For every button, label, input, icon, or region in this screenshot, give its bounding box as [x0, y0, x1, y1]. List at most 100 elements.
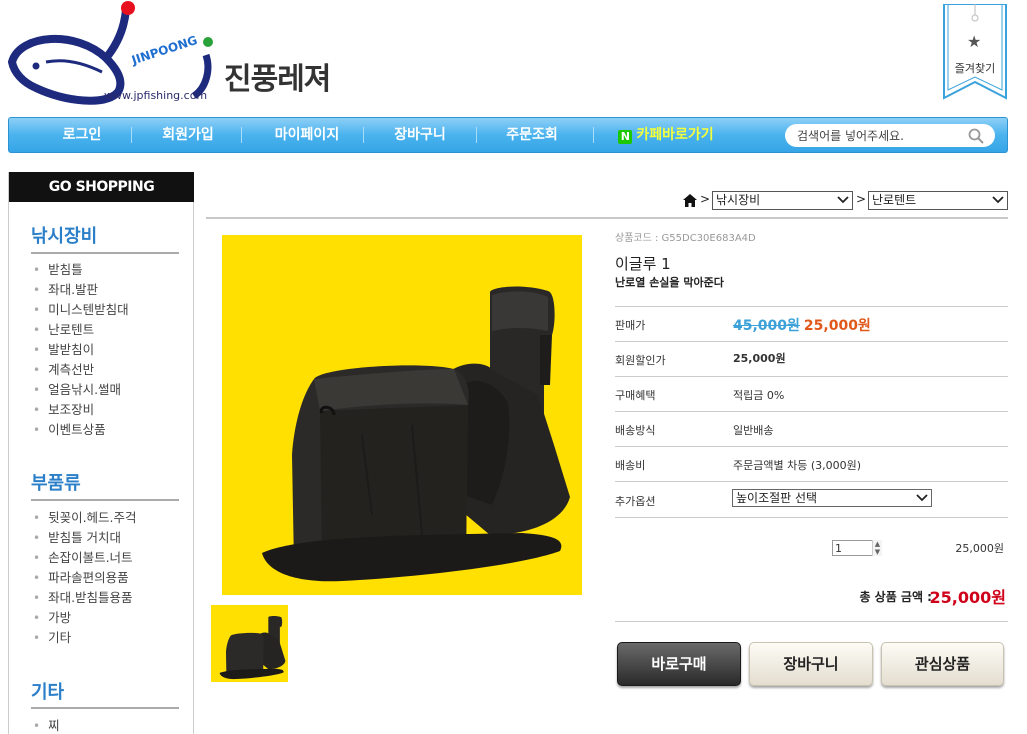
category-item[interactable]: 난로텐트: [33, 320, 129, 340]
category-item[interactable]: 발받침이: [33, 340, 129, 360]
sidebar-header: GO SHOPPING: [9, 172, 194, 202]
shipping-method-row: 배송방식 일반배송: [615, 411, 1008, 446]
breadcrumb-category-select[interactable]: 낚시장비: [712, 191, 853, 210]
category-divider: [31, 707, 179, 709]
category-item[interactable]: 좌대.발판: [33, 280, 129, 300]
nav-divider: [593, 127, 594, 143]
member-price: 25,000원: [733, 352, 786, 365]
price-label: 판매가: [615, 319, 646, 332]
category-list: 뒷꽂이.헤드.주걱 받침틀 거치대 손잡이볼트.너트 파라솔편의용품 좌대.받침…: [33, 508, 137, 648]
brand-url: www.jpfishing.com: [104, 89, 208, 102]
category-item[interactable]: 얼음낚시.썰매: [33, 380, 129, 400]
option-select[interactable]: 높이조절판 선택: [732, 489, 932, 507]
category-list: 받침틀 좌대.발판 미니스텐받침대 난로텐트 발받침이 계측선반 얼음낚시.썰매…: [33, 260, 129, 440]
naver-icon: N: [618, 130, 633, 144]
original-price: 45,000원: [733, 318, 800, 334]
sale-price: 25,000원: [803, 318, 871, 334]
category-item[interactable]: 손잡이볼트.너트: [33, 548, 137, 568]
shipping-fee-label: 배송비: [615, 459, 646, 472]
member-price-label: 회원할인가: [615, 354, 666, 367]
product-main-image[interactable]: [222, 235, 582, 595]
total-value: 25,000원: [929, 588, 1006, 607]
bookmark-label: 즐겨찾기: [954, 62, 996, 75]
category-item[interactable]: 미니스텐받침대: [33, 300, 129, 320]
main-nav: 로그인 회원가입 마이페이지 장바구니 주문조회 N 카페바로가기: [8, 117, 1008, 153]
nav-divider: [241, 127, 242, 143]
nav-cafe-link[interactable]: N 카페바로가기: [611, 118, 721, 152]
category-item[interactable]: 뒷꽂이.헤드.주걱: [33, 508, 136, 528]
shipping-method-label: 배송방식: [615, 424, 656, 437]
category-item[interactable]: 찌: [33, 716, 60, 734]
shipping-method-value: 일반배송: [733, 424, 774, 437]
category-item[interactable]: 이벤트상품: [33, 420, 129, 440]
breadcrumb-arrow-icon: >: [856, 192, 867, 206]
total-label: 총 상품 금액 :: [859, 590, 932, 604]
chevron-down-icon: [992, 196, 1004, 204]
wishlist-button[interactable]: 관심상품: [881, 642, 1004, 686]
tent-thumbnail-image: [219, 616, 286, 680]
category-item[interactable]: 받침틀 거치대: [33, 528, 137, 548]
nav-divider: [476, 127, 477, 143]
breadcrumb-subcategory-select[interactable]: 난로텐트: [868, 191, 1008, 210]
benefit-row: 구매혜택 적립금 0%: [615, 376, 1008, 411]
option-row: 추가옵션 높이조절판 선택: [615, 481, 1008, 516]
shipping-fee-row: 배송비 주문금액별 차등 (3,000원): [615, 446, 1008, 481]
nav-divider: [131, 127, 132, 143]
benefit-label: 구매혜택: [615, 389, 656, 402]
member-price-row: 회원할인가 25,000원: [615, 341, 1008, 376]
category-item[interactable]: 기타: [33, 628, 137, 648]
product-name: 이글루 1: [615, 255, 671, 273]
search-icon[interactable]: [967, 127, 985, 145]
star-icon: ★: [967, 32, 982, 51]
nav-signup[interactable]: 회원가입: [151, 118, 225, 152]
nav-login[interactable]: 로그인: [45, 118, 119, 152]
category-item[interactable]: 좌대.받침틀용품: [33, 588, 137, 608]
nav-order-lookup[interactable]: 주문조회: [495, 118, 569, 152]
chevron-down-icon: [837, 196, 849, 204]
product-description: 난로열 손실을 막아준다: [615, 276, 724, 289]
nav-divider: [363, 127, 364, 143]
category-sidebar: GO SHOPPING 낚시장비 받침틀 좌대.발판 미니스텐받침대 난로텐트 …: [8, 172, 194, 734]
total-row: 총 상품 금액 : 25,000원: [615, 571, 1008, 622]
category-item[interactable]: 보조장비: [33, 400, 129, 420]
shipping-fee-value: 주문금액별 차등 (3,000원): [733, 459, 862, 472]
tent-image: [262, 286, 570, 582]
category-title[interactable]: 기타: [31, 678, 64, 704]
quantity-row: ▲▼ 25,000원: [615, 517, 1008, 571]
category-divider: [31, 252, 179, 254]
breadcrumb-category-value: 낚시장비: [716, 193, 761, 207]
price-row: 판매가 45,000원 25,000원: [615, 306, 1008, 341]
content-divider: [206, 217, 1008, 219]
product-code: 상품코드 : G55DC30E683A4D: [615, 233, 756, 244]
category-list: 찌: [33, 716, 60, 734]
search-box: [785, 124, 995, 147]
category-item[interactable]: 파라솔편의용품: [33, 568, 137, 588]
add-to-cart-button[interactable]: 장바구니: [749, 642, 873, 686]
category-title[interactable]: 낚시장비: [31, 222, 97, 248]
product-info-table: 판매가 45,000원 25,000원 회원할인가 25,000원 구매혜택 적립…: [615, 306, 1008, 516]
nav-cafe-label: 카페바로가기: [636, 127, 714, 143]
buy-now-button[interactable]: 바로구매: [617, 642, 741, 686]
chevron-down-icon: [916, 494, 928, 502]
category-item[interactable]: 받침틀: [33, 260, 129, 280]
line-price: 25,000원: [955, 542, 1004, 555]
option-selected-value: 높이조절판 선택: [736, 491, 818, 505]
option-label: 추가옵션: [615, 495, 656, 508]
category-item[interactable]: 계측선반: [33, 360, 129, 380]
bookmark-button[interactable]: ★ 즐겨찾기: [943, 4, 1007, 100]
breadcrumb-arrow-icon: >: [700, 192, 711, 206]
nav-cart[interactable]: 장바구니: [383, 118, 457, 152]
category-title[interactable]: 부품류: [31, 469, 81, 495]
home-icon[interactable]: [683, 194, 697, 207]
quantity-stepper[interactable]: ▲ ▼: [872, 540, 882, 556]
brand-name: 진풍레져: [224, 62, 331, 97]
product-thumbnail[interactable]: [211, 605, 288, 682]
price-value: 45,000원 25,000원: [733, 315, 871, 335]
search-input[interactable]: [797, 126, 967, 145]
site-logo[interactable]: JINPOONG www.jpfishing.com 진풍레져: [6, 0, 346, 108]
category-item[interactable]: 가방: [33, 608, 137, 628]
breadcrumb-subcategory-value: 난로텐트: [872, 193, 917, 207]
benefit-value: 적립금 0%: [733, 389, 785, 402]
nav-mypage[interactable]: 마이페이지: [259, 118, 355, 152]
ribbon-icon: [943, 4, 1007, 100]
